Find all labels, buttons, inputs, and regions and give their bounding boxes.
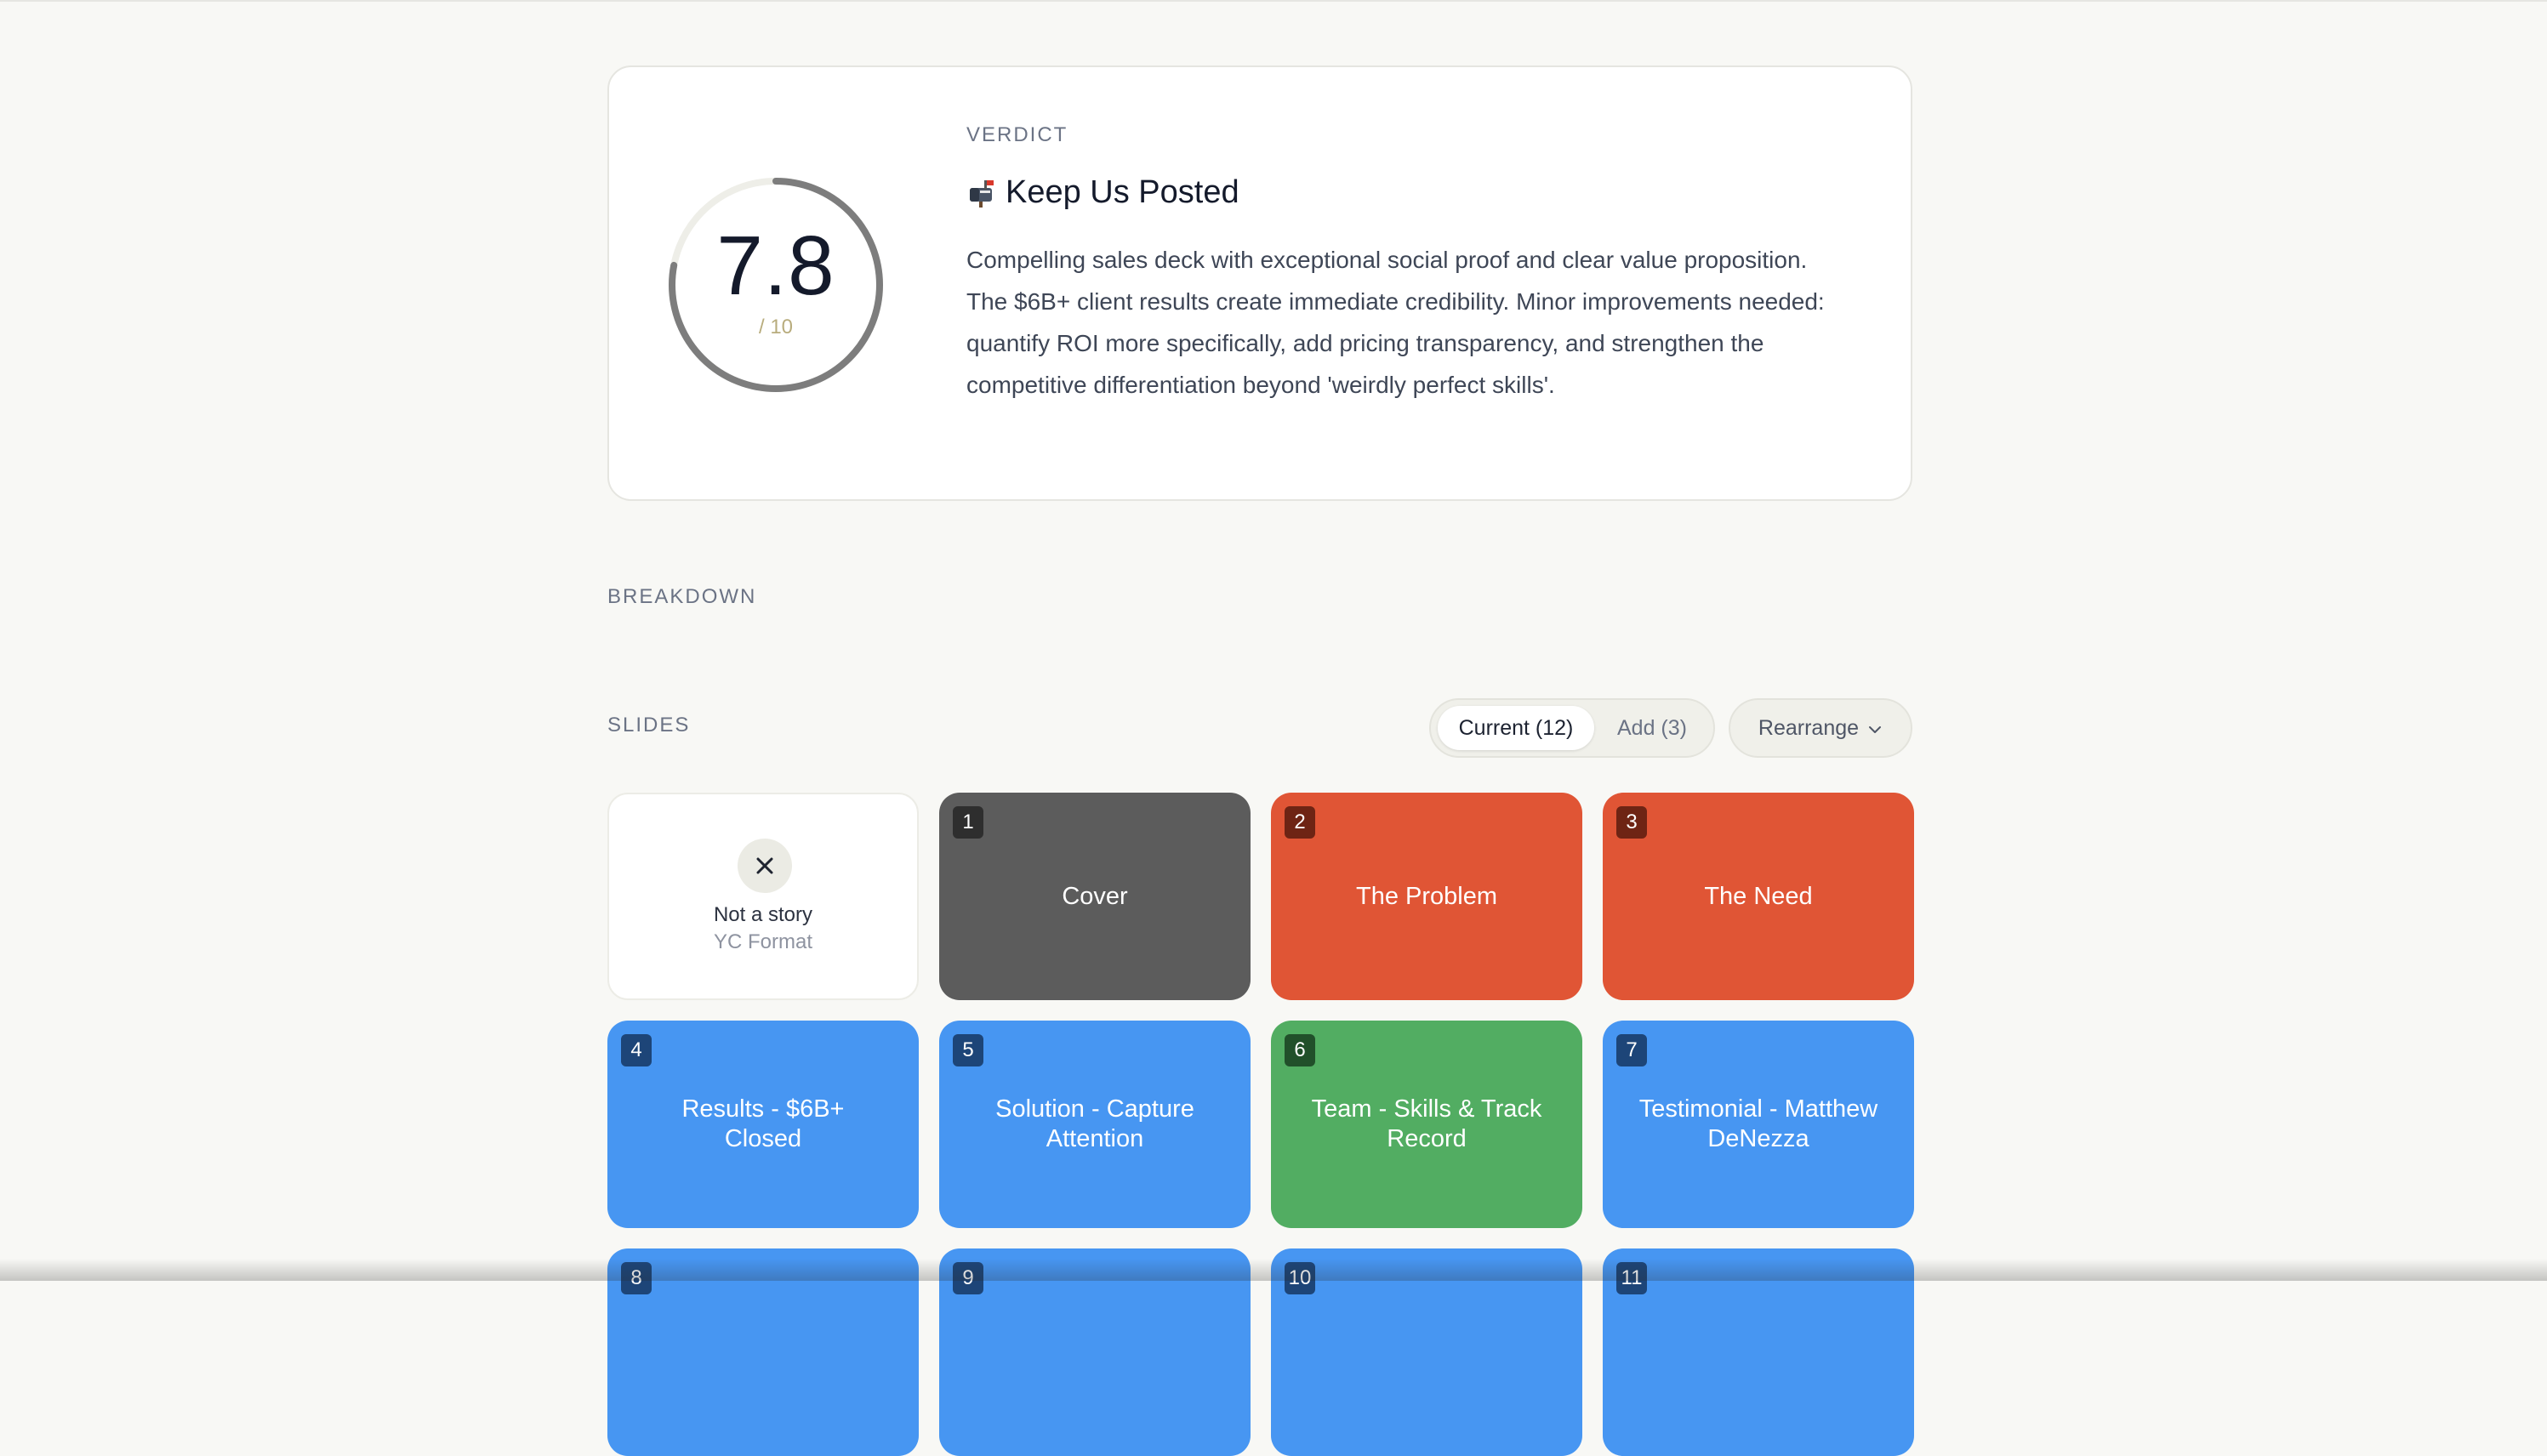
slide-card[interactable]: 1 Cover bbox=[939, 793, 1251, 1000]
top-border bbox=[0, 0, 2547, 2]
slide-card[interactable]: 5 Solution - Capture Attention bbox=[939, 1021, 1251, 1228]
verdict-title-text: Keep Us Posted bbox=[1006, 174, 1239, 210]
slide-title: Solution - Capture Attention bbox=[995, 1095, 1194, 1152]
chevron-down-icon bbox=[1867, 716, 1883, 741]
slide-number: 6 bbox=[1285, 1034, 1315, 1066]
verdict-title: Keep Us Posted bbox=[966, 174, 1239, 211]
rearrange-button[interactable]: Rearrange bbox=[1729, 698, 1912, 758]
slide-title: Testimonial - Matthew DeNezza bbox=[1638, 1095, 1878, 1152]
slide-number: 7 bbox=[1616, 1034, 1647, 1066]
slide-title: Results - $6B+ Closed bbox=[681, 1095, 845, 1152]
slide-number: 1 bbox=[953, 806, 983, 839]
slide-card[interactable]: 7 Testimonial - Matthew DeNezza bbox=[1603, 1021, 1914, 1228]
mailbox-icon bbox=[966, 178, 997, 208]
tab-current[interactable]: Current (12) bbox=[1438, 706, 1594, 750]
bottom-shadow bbox=[0, 1259, 2547, 1281]
rearrange-label: Rearrange bbox=[1758, 715, 1860, 740]
story-card[interactable]: Not a story YC Format bbox=[607, 793, 919, 1000]
slide-card[interactable]: 6 Team - Skills & Track Record bbox=[1271, 1021, 1582, 1228]
slides-label: SLIDES bbox=[607, 714, 691, 737]
slide-title: Cover bbox=[1062, 882, 1128, 910]
slide-number: 3 bbox=[1616, 806, 1647, 839]
slide-number: 5 bbox=[953, 1034, 983, 1066]
slide-number: 4 bbox=[621, 1034, 652, 1066]
slides-view-toggle: Current (12) Add (3) bbox=[1429, 698, 1715, 758]
verdict-card: 7.8 / 10 VERDICT Keep Us Posted Compelli… bbox=[607, 65, 1912, 501]
score-value: 7.8 bbox=[716, 219, 835, 312]
breakdown-label: BREAKDOWN bbox=[607, 585, 757, 608]
slide-card[interactable]: 2 The Problem bbox=[1271, 793, 1582, 1000]
slide-card[interactable]: 4 Results - $6B+ Closed bbox=[607, 1021, 919, 1228]
score-max: / 10 bbox=[758, 316, 794, 338]
slide-title: The Problem bbox=[1355, 882, 1497, 910]
close-icon bbox=[738, 839, 792, 893]
slide-number: 2 bbox=[1285, 806, 1315, 839]
verdict-label: VERDICT bbox=[966, 123, 1068, 146]
story-title: Not a story bbox=[713, 903, 813, 926]
verdict-description: Compelling sales deck with exceptional s… bbox=[966, 247, 1825, 398]
score-ring: 7.8 / 10 bbox=[667, 176, 885, 394]
slide-card[interactable]: 3 The Need bbox=[1603, 793, 1914, 1000]
slide-title: Team - Skills & Track Record bbox=[1311, 1095, 1542, 1152]
story-subtitle: YC Format bbox=[713, 930, 812, 953]
slide-title: The Need bbox=[1704, 882, 1813, 910]
tab-add[interactable]: Add (3) bbox=[1598, 706, 1707, 750]
